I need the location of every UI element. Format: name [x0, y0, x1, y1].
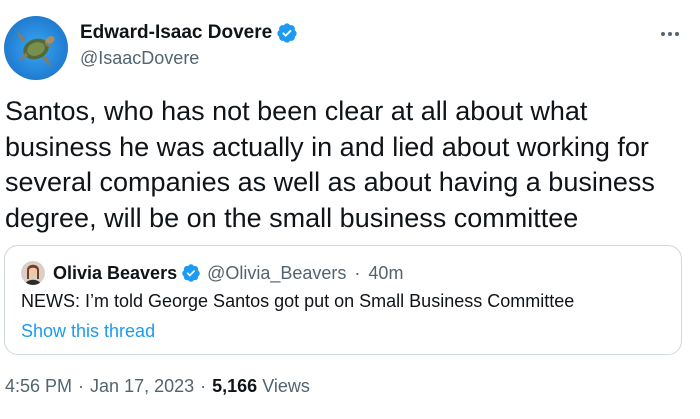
- meta-separator: ·: [200, 376, 207, 396]
- tweet-card: Edward-Isaac Dovere @IsaacDovere Santos,…: [0, 0, 700, 419]
- author-avatar[interactable]: [4, 16, 68, 80]
- more-options-icon: [661, 32, 679, 36]
- tweet-text: Santos, who has not been clear at all ab…: [5, 96, 655, 233]
- quoted-author-handle: @Olivia_Beavers: [207, 262, 347, 283]
- quoted-separator: ·: [354, 262, 361, 283]
- author-display-name[interactable]: Edward-Isaac Dovere: [80, 22, 272, 44]
- author-name-row[interactable]: Edward-Isaac Dovere: [80, 20, 298, 46]
- quoted-timestamp: 40m: [368, 262, 404, 283]
- quoted-tweet-header: Olivia Beavers @Olivia_Beavers · 40m: [21, 261, 403, 285]
- verified-badge-icon: [182, 264, 200, 282]
- tweet-date-link[interactable]: Jan 17, 2023: [90, 376, 194, 397]
- meta-separator: ·: [78, 376, 85, 396]
- verified-badge-icon: [277, 23, 297, 43]
- show-thread-link[interactable]: Show this thread: [21, 321, 155, 342]
- quoted-author-display-name: Olivia Beavers: [53, 262, 178, 283]
- tweet-time-link[interactable]: 4:56 PM: [5, 376, 72, 397]
- author-handle[interactable]: @IsaacDovere: [80, 48, 199, 69]
- views-count: 5,166: [212, 376, 258, 396]
- tweet-meta: 4:56 PM · Jan 17, 2023 · 5,166 Views: [5, 376, 310, 397]
- quoted-tweet-text: NEWS: I’m told George Santos got put on …: [21, 291, 575, 311]
- quoted-author-avatar: [21, 261, 45, 285]
- quoted-tweet[interactable]: Olivia Beavers @Olivia_Beavers · 40m NEW…: [4, 245, 682, 355]
- more-options-button[interactable]: [658, 22, 682, 46]
- views-label: Views: [262, 376, 310, 396]
